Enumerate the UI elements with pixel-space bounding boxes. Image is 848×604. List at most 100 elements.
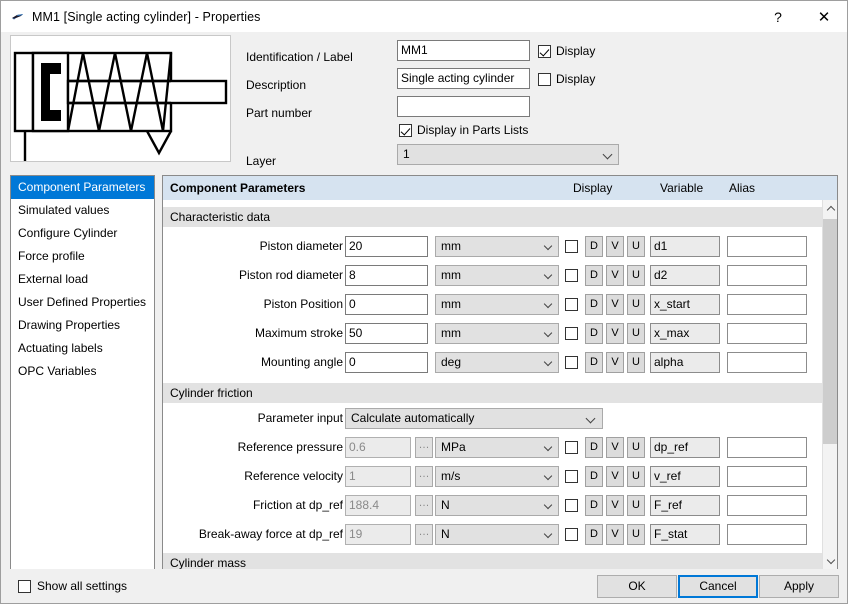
param-u-button[interactable]: U bbox=[627, 294, 645, 315]
category-sidebar[interactable]: Component Parameters Simulated values Co… bbox=[10, 175, 155, 571]
param-d-button[interactable]: D bbox=[585, 524, 603, 545]
param-ellipsis-button[interactable]: … bbox=[415, 437, 433, 458]
param-alias-input[interactable] bbox=[727, 323, 807, 344]
param-value-input[interactable]: 0 bbox=[345, 352, 428, 373]
param-alias-input[interactable] bbox=[727, 495, 807, 516]
checkbox-box[interactable] bbox=[399, 123, 412, 137]
identification-display-checkbox[interactable]: Display bbox=[538, 44, 595, 58]
param-ellipsis-button[interactable]: … bbox=[415, 495, 433, 516]
sidebar-item-configure-cylinder[interactable]: Configure Cylinder bbox=[11, 222, 154, 245]
param-alias-input[interactable] bbox=[727, 524, 807, 545]
param-v-button[interactable]: V bbox=[606, 352, 624, 373]
sidebar-item-component-parameters[interactable]: Component Parameters bbox=[11, 176, 154, 199]
param-variable-input[interactable]: d1 bbox=[650, 236, 720, 257]
scroll-up-button[interactable] bbox=[823, 200, 837, 217]
display-in-parts-lists-checkbox[interactable]: Display in Parts Lists bbox=[399, 123, 528, 137]
help-button[interactable]: ? bbox=[755, 1, 801, 32]
param-alias-input[interactable] bbox=[727, 294, 807, 315]
param-variable-input[interactable]: F_stat bbox=[650, 524, 720, 545]
param-d-button[interactable]: D bbox=[585, 495, 603, 516]
checkbox-box[interactable] bbox=[538, 44, 551, 58]
param-u-button[interactable]: U bbox=[627, 352, 645, 373]
param-value-input[interactable]: 19 bbox=[345, 524, 411, 545]
sidebar-item-force-profile[interactable]: Force profile bbox=[11, 245, 154, 268]
param-v-button[interactable]: V bbox=[606, 294, 624, 315]
param-alias-input[interactable] bbox=[727, 352, 807, 373]
show-all-settings-checkbox[interactable]: Show all settings bbox=[18, 579, 127, 593]
param-variable-input[interactable]: dp_ref bbox=[650, 437, 720, 458]
checkbox-box[interactable] bbox=[538, 72, 551, 86]
apply-button[interactable]: Apply bbox=[759, 575, 839, 598]
sidebar-item-opc-variables[interactable]: OPC Variables bbox=[11, 360, 154, 383]
param-variable-input[interactable]: alpha bbox=[650, 352, 720, 373]
param-u-button[interactable]: U bbox=[627, 466, 645, 487]
parameter-input-select[interactable]: Calculate automatically bbox=[345, 408, 603, 429]
param-v-button[interactable]: V bbox=[606, 495, 624, 516]
description-input[interactable]: Single acting cylinder bbox=[397, 68, 530, 89]
sidebar-item-user-defined-properties[interactable]: User Defined Properties bbox=[11, 291, 154, 314]
param-d-button[interactable]: D bbox=[585, 352, 603, 373]
param-value-input[interactable]: 188.4 bbox=[345, 495, 411, 516]
layer-select[interactable]: 1 bbox=[397, 144, 619, 165]
param-value-input[interactable]: 0 bbox=[345, 294, 428, 315]
param-variable-input[interactable]: x_max bbox=[650, 323, 720, 344]
param-value-input[interactable]: 50 bbox=[345, 323, 428, 344]
description-display-checkbox[interactable]: Display bbox=[538, 72, 595, 86]
param-d-button[interactable]: D bbox=[585, 294, 603, 315]
param-unit-select[interactable]: deg bbox=[435, 352, 559, 373]
param-value-input[interactable]: 0.6 bbox=[345, 437, 411, 458]
param-unit-select[interactable]: mm bbox=[435, 323, 559, 344]
ok-button[interactable]: OK bbox=[597, 575, 677, 598]
param-unit-select[interactable]: m/s bbox=[435, 466, 559, 487]
param-display-checkbox[interactable] bbox=[565, 441, 578, 454]
param-display-checkbox[interactable] bbox=[565, 327, 578, 340]
param-u-button[interactable]: U bbox=[627, 524, 645, 545]
param-u-button[interactable]: U bbox=[627, 265, 645, 286]
param-u-button[interactable]: U bbox=[627, 236, 645, 257]
param-display-checkbox[interactable] bbox=[565, 269, 578, 282]
param-v-button[interactable]: V bbox=[606, 323, 624, 344]
param-value-input[interactable]: 8 bbox=[345, 265, 428, 286]
param-display-checkbox[interactable] bbox=[565, 298, 578, 311]
identification-input[interactable]: MM1 bbox=[397, 40, 530, 61]
param-display-checkbox[interactable] bbox=[565, 240, 578, 253]
param-variable-input[interactable]: v_ref bbox=[650, 466, 720, 487]
close-button[interactable]: ✕ bbox=[801, 1, 847, 32]
param-d-button[interactable]: D bbox=[585, 466, 603, 487]
param-value-input[interactable]: 20 bbox=[345, 236, 428, 257]
param-display-checkbox[interactable] bbox=[565, 470, 578, 483]
param-d-button[interactable]: D bbox=[585, 265, 603, 286]
checkbox-box[interactable] bbox=[18, 579, 31, 593]
part-number-input[interactable] bbox=[397, 96, 530, 117]
param-alias-input[interactable] bbox=[727, 466, 807, 487]
param-d-button[interactable]: D bbox=[585, 236, 603, 257]
cancel-button[interactable]: Cancel bbox=[678, 575, 758, 598]
param-unit-select[interactable]: mm bbox=[435, 294, 559, 315]
param-ellipsis-button[interactable]: … bbox=[415, 524, 433, 545]
scrollbar-thumb[interactable] bbox=[823, 219, 837, 444]
param-unit-select[interactable]: N bbox=[435, 524, 559, 545]
param-display-checkbox[interactable] bbox=[565, 528, 578, 541]
param-v-button[interactable]: V bbox=[606, 466, 624, 487]
param-v-button[interactable]: V bbox=[606, 265, 624, 286]
param-unit-select[interactable]: mm bbox=[435, 265, 559, 286]
param-variable-input[interactable]: d2 bbox=[650, 265, 720, 286]
param-alias-input[interactable] bbox=[727, 265, 807, 286]
param-alias-input[interactable] bbox=[727, 437, 807, 458]
sidebar-item-drawing-properties[interactable]: Drawing Properties bbox=[11, 314, 154, 337]
param-v-button[interactable]: V bbox=[606, 236, 624, 257]
sidebar-item-simulated-values[interactable]: Simulated values bbox=[11, 199, 154, 222]
param-variable-input[interactable]: x_start bbox=[650, 294, 720, 315]
param-u-button[interactable]: U bbox=[627, 323, 645, 344]
param-unit-select[interactable]: mm bbox=[435, 236, 559, 257]
vertical-scrollbar[interactable] bbox=[822, 200, 837, 570]
sidebar-item-external-load[interactable]: External load bbox=[11, 268, 154, 291]
param-u-button[interactable]: U bbox=[627, 495, 645, 516]
param-d-button[interactable]: D bbox=[585, 437, 603, 458]
param-display-checkbox[interactable] bbox=[565, 356, 578, 369]
scroll-down-button[interactable] bbox=[823, 553, 837, 570]
param-alias-input[interactable] bbox=[727, 236, 807, 257]
param-v-button[interactable]: V bbox=[606, 524, 624, 545]
param-value-input[interactable]: 1 bbox=[345, 466, 411, 487]
param-d-button[interactable]: D bbox=[585, 323, 603, 344]
